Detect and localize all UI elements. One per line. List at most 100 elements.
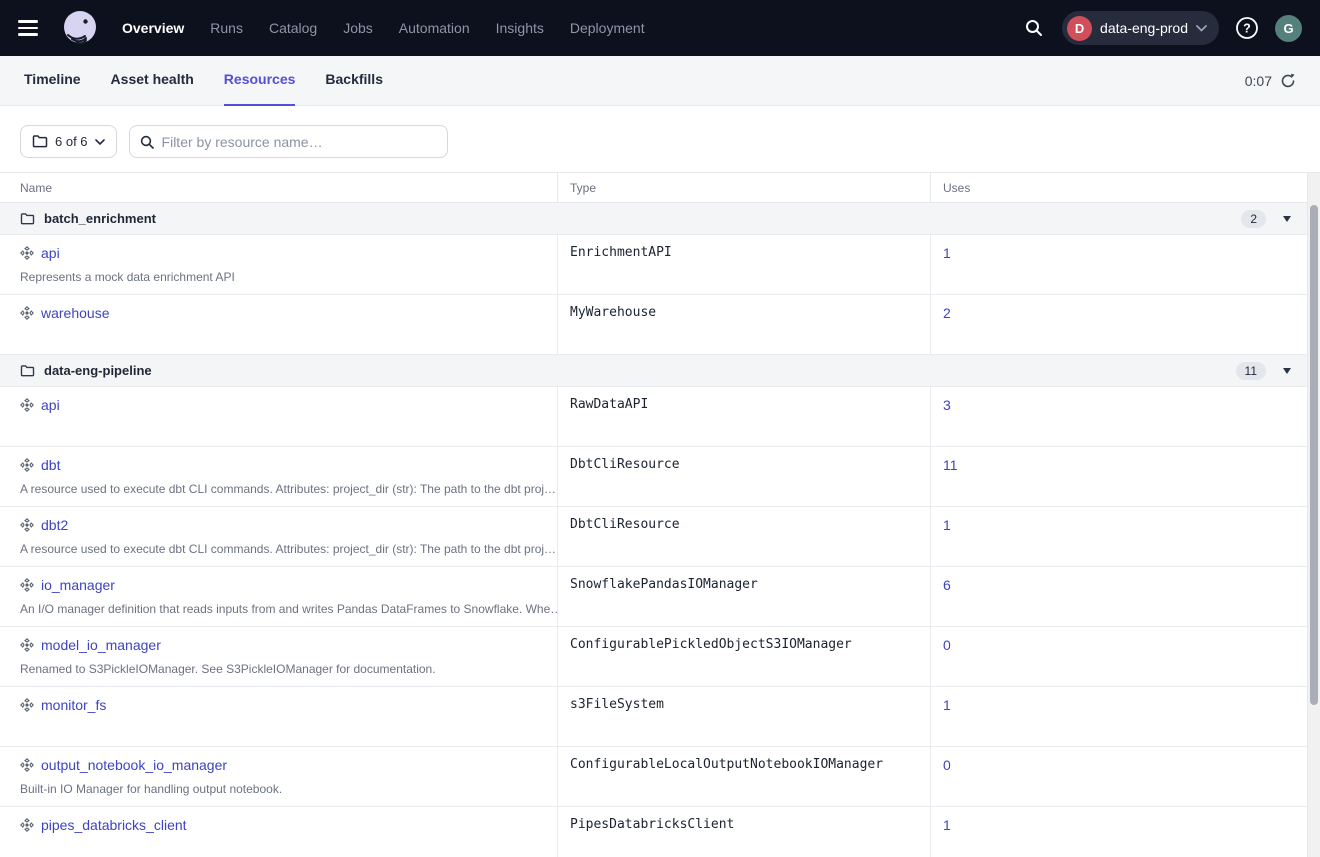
resource-type: RawDataAPI <box>557 387 930 446</box>
column-header-uses: Uses <box>930 173 1307 202</box>
help-icon[interactable]: ? <box>1233 14 1261 42</box>
resource-uses-link[interactable]: 0 <box>943 637 951 653</box>
resource-type: DbtCliResource <box>557 447 930 506</box>
deployment-name: data-eng-prod <box>1100 20 1188 36</box>
chevron-down-icon <box>1196 25 1207 32</box>
magnifier-icon <box>140 135 154 149</box>
table-header-row: Name Type Uses <box>0 173 1307 203</box>
name-cell: io_manager An I/O manager definition that… <box>0 567 557 626</box>
nav-item-catalog[interactable]: Catalog <box>269 20 317 36</box>
header-right: D data-eng-prod ? G <box>1020 11 1302 45</box>
hamburger-menu-icon[interactable] <box>18 16 42 40</box>
nav-item-deployment[interactable]: Deployment <box>570 20 645 36</box>
tab-timeline[interactable]: Timeline <box>24 56 81 106</box>
resource-uses-link[interactable]: 1 <box>943 817 951 833</box>
group-name: batch_enrichment <box>44 211 156 226</box>
user-avatar[interactable]: G <box>1275 15 1302 42</box>
svg-text:?: ? <box>1243 21 1251 35</box>
resource-search-box <box>129 125 448 158</box>
resource-link[interactable]: pipes_databricks_client <box>41 817 187 833</box>
tab-resources[interactable]: Resources <box>224 56 296 106</box>
deployment-switcher[interactable]: D data-eng-prod <box>1062 11 1219 45</box>
resource-table-body: batch_enrichment2apiRepresents a mock da… <box>0 203 1307 857</box>
collapse-caret-icon[interactable] <box>1283 216 1291 222</box>
resource-description: A resource used to execute dbt CLI comma… <box>20 542 557 556</box>
uses-cell: 1 <box>930 507 1307 566</box>
uses-cell: 1 <box>930 687 1307 746</box>
nav-item-insights[interactable]: Insights <box>496 20 544 36</box>
collapse-caret-icon[interactable] <box>1283 368 1291 374</box>
resource-description: An I/O manager definition that reads inp… <box>20 602 557 616</box>
resource-link[interactable]: warehouse <box>41 305 110 321</box>
column-header-type: Type <box>557 173 930 202</box>
resource-icon <box>20 518 34 532</box>
resource-row: warehouse MyWarehouse 2 <box>0 295 1307 355</box>
resource-icon <box>20 306 34 320</box>
resource-icon <box>20 638 34 652</box>
chevron-down-icon <box>95 139 105 145</box>
resource-type: SnowflakePandasIOManager <box>557 567 930 626</box>
group-count-badge: 11 <box>1236 362 1266 380</box>
uses-cell: 6 <box>930 567 1307 626</box>
resource-description: A resource used to execute dbt CLI comma… <box>20 482 557 496</box>
resource-icon <box>20 458 34 472</box>
group-row[interactable]: data-eng-pipeline 11 <box>0 355 1307 387</box>
resource-link[interactable]: api <box>41 245 60 261</box>
resource-link[interactable]: dbt2 <box>41 517 68 533</box>
group-name: data-eng-pipeline <box>44 363 152 378</box>
deployment-badge: D <box>1067 16 1092 41</box>
resource-link[interactable]: api <box>41 397 60 413</box>
resource-link[interactable]: dbt <box>41 457 60 473</box>
group-row[interactable]: batch_enrichment2 <box>0 203 1307 235</box>
resource-uses-link[interactable]: 1 <box>943 697 951 713</box>
nav-item-runs[interactable]: Runs <box>210 20 243 36</box>
resource-icon <box>20 758 34 772</box>
nav-item-overview[interactable]: Overview <box>122 20 184 36</box>
search-icon[interactable] <box>1020 14 1048 42</box>
resource-uses-link[interactable]: 2 <box>943 305 951 321</box>
resource-icon <box>20 818 34 832</box>
nav-item-jobs[interactable]: Jobs <box>343 20 373 36</box>
resource-icon <box>20 578 34 592</box>
resource-link[interactable]: output_notebook_io_manager <box>41 757 227 773</box>
resource-uses-link[interactable]: 11 <box>943 457 958 473</box>
name-cell: warehouse <box>0 295 557 354</box>
resource-link[interactable]: model_io_manager <box>41 637 161 653</box>
group-filter-label: 6 of 6 <box>55 134 88 149</box>
uses-cell: 1 <box>930 807 1307 857</box>
resource-filter-input[interactable] <box>162 134 437 150</box>
folder-icon <box>20 365 35 377</box>
group-filter-dropdown[interactable]: 6 of 6 <box>20 125 117 158</box>
uses-cell: 2 <box>930 295 1307 354</box>
resource-type: EnrichmentAPI <box>557 235 930 294</box>
resource-uses-link[interactable]: 1 <box>943 245 951 261</box>
resource-row: model_io_managerRenamed to S3PickleIOMan… <box>0 627 1307 687</box>
vertical-scrollbar[interactable] <box>1308 173 1320 857</box>
resource-row: dbt A resource used to execute dbt CLI co… <box>0 447 1307 507</box>
resource-row: io_manager An I/O manager definition that… <box>0 567 1307 627</box>
resource-type: MyWarehouse <box>557 295 930 354</box>
resource-link[interactable]: io_manager <box>41 577 115 593</box>
refresh-icon[interactable] <box>1280 73 1296 89</box>
name-cell: dbt2 A resource used to execute dbt CLI c… <box>0 507 557 566</box>
resource-link[interactable]: monitor_fs <box>41 697 106 713</box>
resource-row: pipes_databricks_clientPipesDatabricksCl… <box>0 807 1307 857</box>
name-cell: api Represents a mock data enrichment API <box>0 235 557 294</box>
resource-uses-link[interactable]: 0 <box>943 757 951 773</box>
resource-uses-link[interactable]: 6 <box>943 577 951 593</box>
uses-cell: 3 <box>930 387 1307 446</box>
nav-item-automation[interactable]: Automation <box>399 20 470 36</box>
name-cell: output_notebook_io_managerBuilt-in IO Ma… <box>0 747 557 806</box>
scrollbar-thumb[interactable] <box>1310 205 1318 705</box>
resource-uses-link[interactable]: 1 <box>943 517 951 533</box>
tab-backfills[interactable]: Backfills <box>325 56 383 106</box>
dagster-logo[interactable] <box>60 8 100 48</box>
resource-description: Represents a mock data enrichment API <box>20 270 557 284</box>
name-cell: monitor_fs <box>0 687 557 746</box>
resource-uses-link[interactable]: 3 <box>943 397 951 413</box>
resources-table: Name Type Uses batch_enrichment2apiRepre… <box>0 172 1320 857</box>
app-header: Overview Runs Catalog Jobs Automation In… <box>0 0 1320 56</box>
resource-row: api RawDataAPI 3 <box>0 387 1307 447</box>
main-nav: Overview Runs Catalog Jobs Automation In… <box>122 20 645 36</box>
tab-asset-health[interactable]: Asset health <box>111 56 194 106</box>
